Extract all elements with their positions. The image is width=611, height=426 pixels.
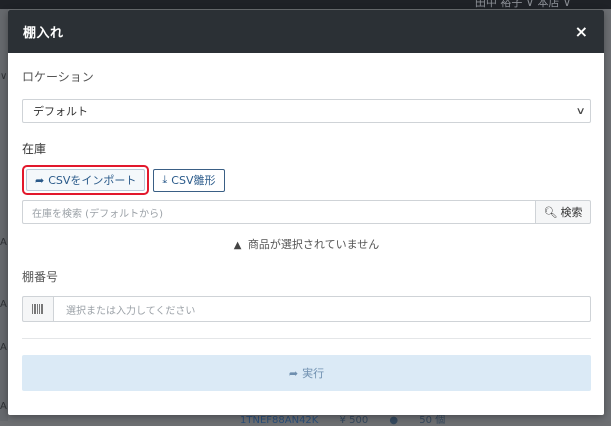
background-app-header: 田中 裕子 ∨ 本店 ∨	[0, 0, 611, 9]
share-arrow-icon: ➦	[35, 173, 45, 187]
chevron-down-icon: ∨	[575, 105, 586, 117]
stock-search-input[interactable]: 在庫を検索 (デフォルトから)	[22, 200, 535, 224]
warning-icon: ▲	[233, 240, 242, 251]
location-label: ロケーション	[22, 70, 94, 84]
share-arrow-icon: ➦	[288, 366, 299, 380]
background-chevron: ∨	[0, 71, 8, 82]
modal-body: ロケーション デフォルト ∨ 在庫 ➦ CSVをインポート ⤓ CSV雛形 在庫…	[8, 68, 604, 391]
no-product-text: 商品が選択されていません	[247, 238, 380, 251]
background-row-mark: A	[0, 401, 7, 412]
stock-search-row: 在庫を検索 (デフォルトから) 🔍︎ 検索	[22, 200, 591, 224]
modal-title: 棚入れ	[23, 26, 64, 41]
background-row-mark: A	[0, 299, 7, 310]
stock-button-row: ➦ CSVをインポート ⤓ CSV雛形	[22, 165, 591, 195]
modal-header: 棚入れ ×	[8, 10, 604, 53]
csv-import-button[interactable]: ➦ CSVをインポート	[26, 169, 146, 191]
divider	[22, 338, 591, 339]
stock-label: 在庫	[22, 142, 47, 156]
shelving-modal: 棚入れ × ロケーション デフォルト ∨ 在庫 ➦ CSVをインポート ⤓ CS…	[8, 10, 604, 415]
download-icon: ⤓	[162, 173, 168, 186]
search-icon: 🔍︎	[543, 205, 558, 219]
import-button-highlight: ➦ CSVをインポート	[22, 165, 150, 195]
search-button-label: 検索	[560, 206, 583, 219]
close-icon[interactable]: ×	[575, 23, 588, 40]
csv-template-button[interactable]: ⤓ CSV雛形	[153, 168, 225, 192]
csv-import-label: CSVをインポート	[48, 174, 137, 187]
location-select-value: デフォルト	[33, 105, 88, 118]
search-button[interactable]: 🔍︎ 検索	[535, 200, 591, 224]
background-row-mark: A	[0, 237, 7, 248]
background-left-strip: ∨ A A A A	[0, 9, 8, 421]
no-product-notice: ▲ 商品が選択されていません	[22, 236, 591, 251]
barcode-icon[interactable]	[22, 296, 53, 322]
location-select[interactable]: デフォルト ∨	[22, 99, 591, 123]
background-row-mark: A	[0, 342, 7, 353]
shelf-number-row: 選択または入力してください	[22, 296, 591, 322]
shelf-number-input[interactable]: 選択または入力してください	[53, 296, 591, 322]
execute-label: 実行	[302, 367, 325, 380]
background-user-menu: 田中 裕子 ∨ 本店 ∨	[474, 0, 571, 9]
csv-template-label: CSV雛形	[171, 174, 216, 187]
shelf-number-label: 棚番号	[22, 270, 59, 284]
execute-button[interactable]: ➦ 実行	[22, 355, 591, 391]
